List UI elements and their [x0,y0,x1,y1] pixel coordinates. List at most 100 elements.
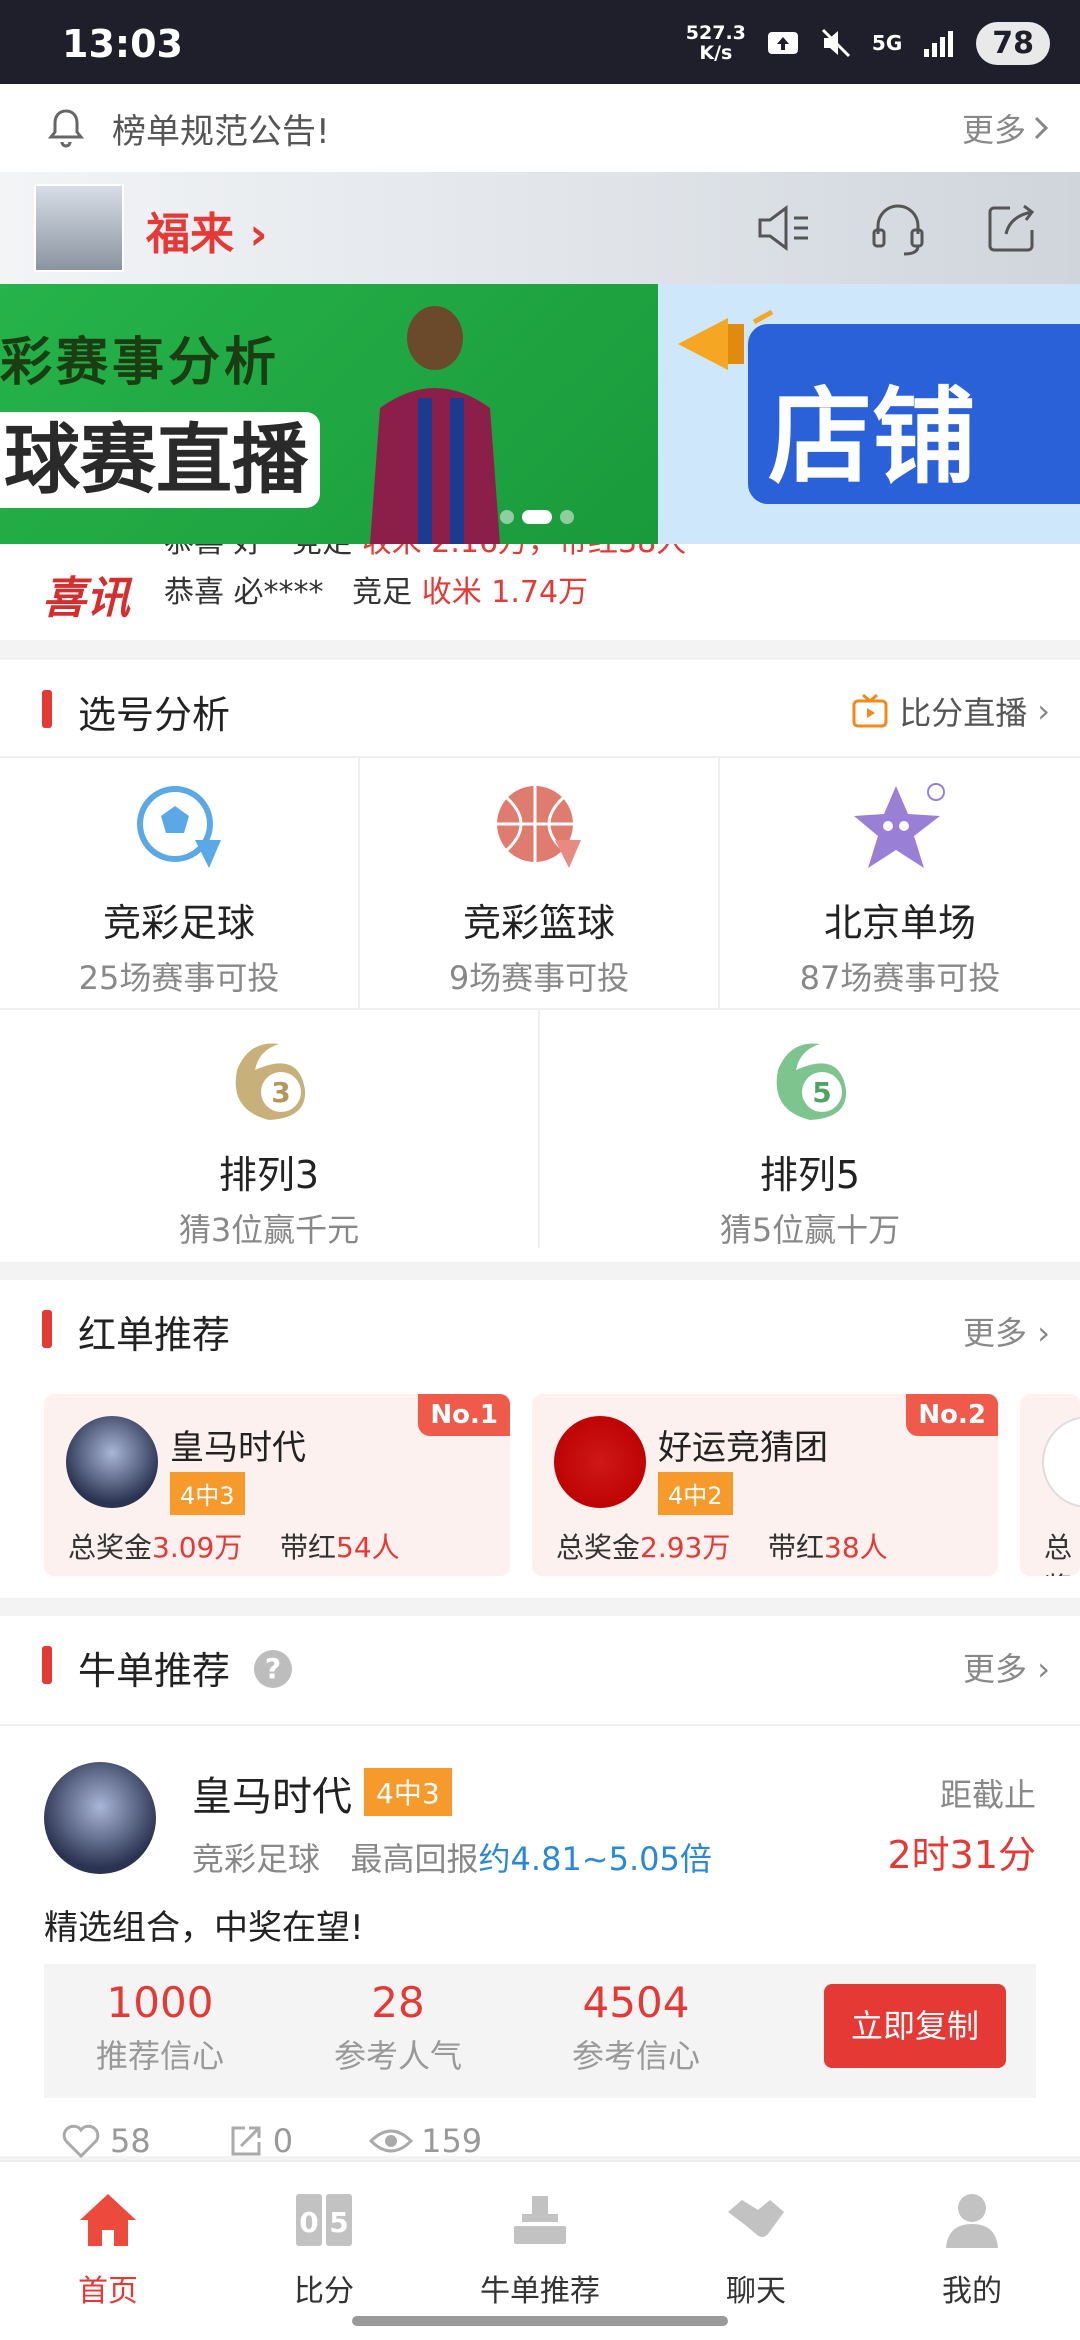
section-title: 牛单推荐 [78,1649,231,1693]
deadline-label: 距截止 [939,1776,1036,1814]
stat-item: 28 参考人气 [333,1978,462,2075]
red-card[interactable]: No.2 好运竞猜团 4中2 总奖金2.93万 带红38人 [532,1394,998,1576]
banner-pagination [500,510,574,524]
share-icon[interactable] [980,196,1044,260]
ticker-logo: 喜讯 [42,573,130,624]
view-count-item: 159 [369,2122,482,2160]
podium-icon [514,2196,566,2244]
follow-count: 带红54人 [280,1531,400,1564]
status-bar: 13:03 527.3 K/s 5G 78 [0,0,1080,84]
handshake-icon [728,2200,784,2237]
rank-badge: No.1 [418,1394,510,1436]
stat-item: 1000 推荐信心 [95,1978,224,2075]
help-icon[interactable]: ? [254,1650,292,1688]
banner-slide-analysis[interactable]: 彩赛事分析 球赛直播 [0,284,658,544]
battery-indicator: 78 [976,21,1050,65]
bell-icon [47,109,85,148]
pick-beijing-single[interactable]: 北京单场 87场赛事可投 [720,778,1080,999]
nav-label: 我的 [942,2274,1002,2309]
hit-rate-tag: 4中3 [170,1472,245,1515]
total-prize: 总奖金2.93万 [556,1531,731,1564]
pick-sub: 9场赛事可投 [448,959,630,997]
pick-name: 北京单场 [823,901,976,945]
tv-icon [852,693,888,728]
pick-jc-football[interactable]: 竞彩足球 25场赛事可投 [0,778,358,999]
like-button[interactable]: 58 [60,2122,151,2160]
share-icon [231,2126,261,2156]
section-accent-bar [42,690,52,728]
nav-home[interactable]: 首页 [28,2188,188,2310]
bottom-nav: 首页 05 比分 牛单推荐 聊天 我的 [0,2160,1080,2340]
ticker-row: 恭喜 必**** 竞足 收米 1.74万 [164,575,589,610]
store-thumbnail[interactable] [34,184,124,272]
more-label: 更多 [963,1650,1028,1688]
basketball-icon [497,786,581,868]
nav-label: 牛单推荐 [480,2274,600,2309]
section-title: 选号分析 [78,693,231,737]
nav-label: 聊天 [726,2274,786,2309]
svg-text:3: 3 [271,1076,290,1109]
pick-jc-basketball[interactable]: 竞彩篮球 9场赛事可投 [360,778,718,999]
store-name-link[interactable]: 福来 › [146,198,267,262]
copy-now-button[interactable]: 立即复制 [824,1984,1006,2068]
nav-profile[interactable]: 我的 [892,2188,1052,2310]
notice-bar[interactable]: 榜单规范公告! 更多 [0,84,1080,172]
pick-name: 排列3 [218,1153,320,1197]
banner-slide-store[interactable]: 店铺 [658,284,1080,544]
hit-rate-tag: 4中3 [364,1768,452,1816]
stats-box: 1000 推荐信心 28 参考人气 4504 参考信心 立即复制 [44,1964,1036,2098]
bet-meta: 竞彩足球 最高回报约4.81~5.05倍 [192,1840,712,1878]
live-score-label: 比分直播 [899,694,1028,732]
pick-pailie5[interactable]: 5 排列5 猜5位赢十万 [540,1030,1080,1251]
expert-name[interactable]: 皇马时代 [192,1764,352,1822]
gesture-bar[interactable] [352,2316,728,2326]
nav-chat[interactable]: 聊天 [676,2188,836,2310]
pick-name: 竞彩篮球 [462,901,615,945]
red-card[interactable]: No.1 皇马时代 4中3 总奖金3.09万 带红54人 [44,1394,510,1576]
heart-icon [62,2124,100,2159]
rank-badge: No.2 [906,1394,998,1436]
nav-score[interactable]: 05 比分 [244,2188,404,2310]
eye-icon [369,2129,414,2153]
notice-more-link[interactable]: 更多 [962,105,1050,151]
hit-rate-tag: 4中2 [658,1472,733,1515]
home-icon [80,2194,136,2246]
pailie5-logo-icon: 5 [776,1043,847,1120]
stat-item: 4504 参考信心 [571,1978,700,2075]
avatar[interactable] [44,1762,156,1874]
pick-analysis-section: 选号分析 比分直播 › 竞彩足球 25场赛事可投 竞彩篮球 9场赛事可投 北京单… [0,660,1080,1262]
avatar [1042,1416,1080,1508]
network-type: 5G [871,31,903,55]
avatar [66,1416,158,1508]
pick-sub: 猜3位赢千元 [178,1211,360,1249]
red-card[interactable]: 总奖 [1020,1394,1080,1576]
upload-icon [767,32,798,54]
pick-sub: 87场赛事可投 [799,959,1001,997]
net-speed-value: 527.3 [685,22,746,44]
football-icon [137,786,221,868]
notice-more-label: 更多 [961,111,1026,149]
red-more-link[interactable]: 更多 › [963,1308,1050,1354]
share-count: 0 [272,2122,294,2160]
total-prize: 总奖金3.09万 [68,1531,243,1564]
section-title: 红单推荐 [78,1313,231,1357]
promo-banner[interactable]: 彩赛事分析 球赛直播 店铺 [0,284,1080,544]
star-mascot-icon [854,783,945,868]
view-count: 159 [421,2122,483,2160]
bull-more-link[interactable]: 更多 › [963,1644,1050,1690]
expert-name: 好运竞猜团 [658,1428,828,1468]
nav-label: 比分 [294,2274,354,2309]
announcement-icon[interactable] [752,196,816,260]
live-score-link[interactable]: 比分直播 › [851,688,1050,734]
bull-list-section: 牛单推荐 更多 › ? 皇马时代 4中3 竞彩足球 最高回报约4.81~5.05… [0,1616,1080,2160]
section-accent-bar [42,1310,52,1348]
recommend-desc: 精选组合，中奖在望! [44,1908,364,1948]
total-prize: 总奖 [1044,1531,1073,1576]
headset-icon[interactable] [866,196,930,260]
pick-name: 竞彩足球 [102,901,255,945]
pick-pailie3[interactable]: 3 排列3 猜3位赢千元 [0,1030,538,1251]
share-button[interactable]: 0 [227,2122,293,2160]
signal-icon [924,31,954,57]
pick-sub: 猜5位赢十万 [719,1211,901,1249]
nav-bull-list[interactable]: 牛单推荐 [460,2188,620,2310]
